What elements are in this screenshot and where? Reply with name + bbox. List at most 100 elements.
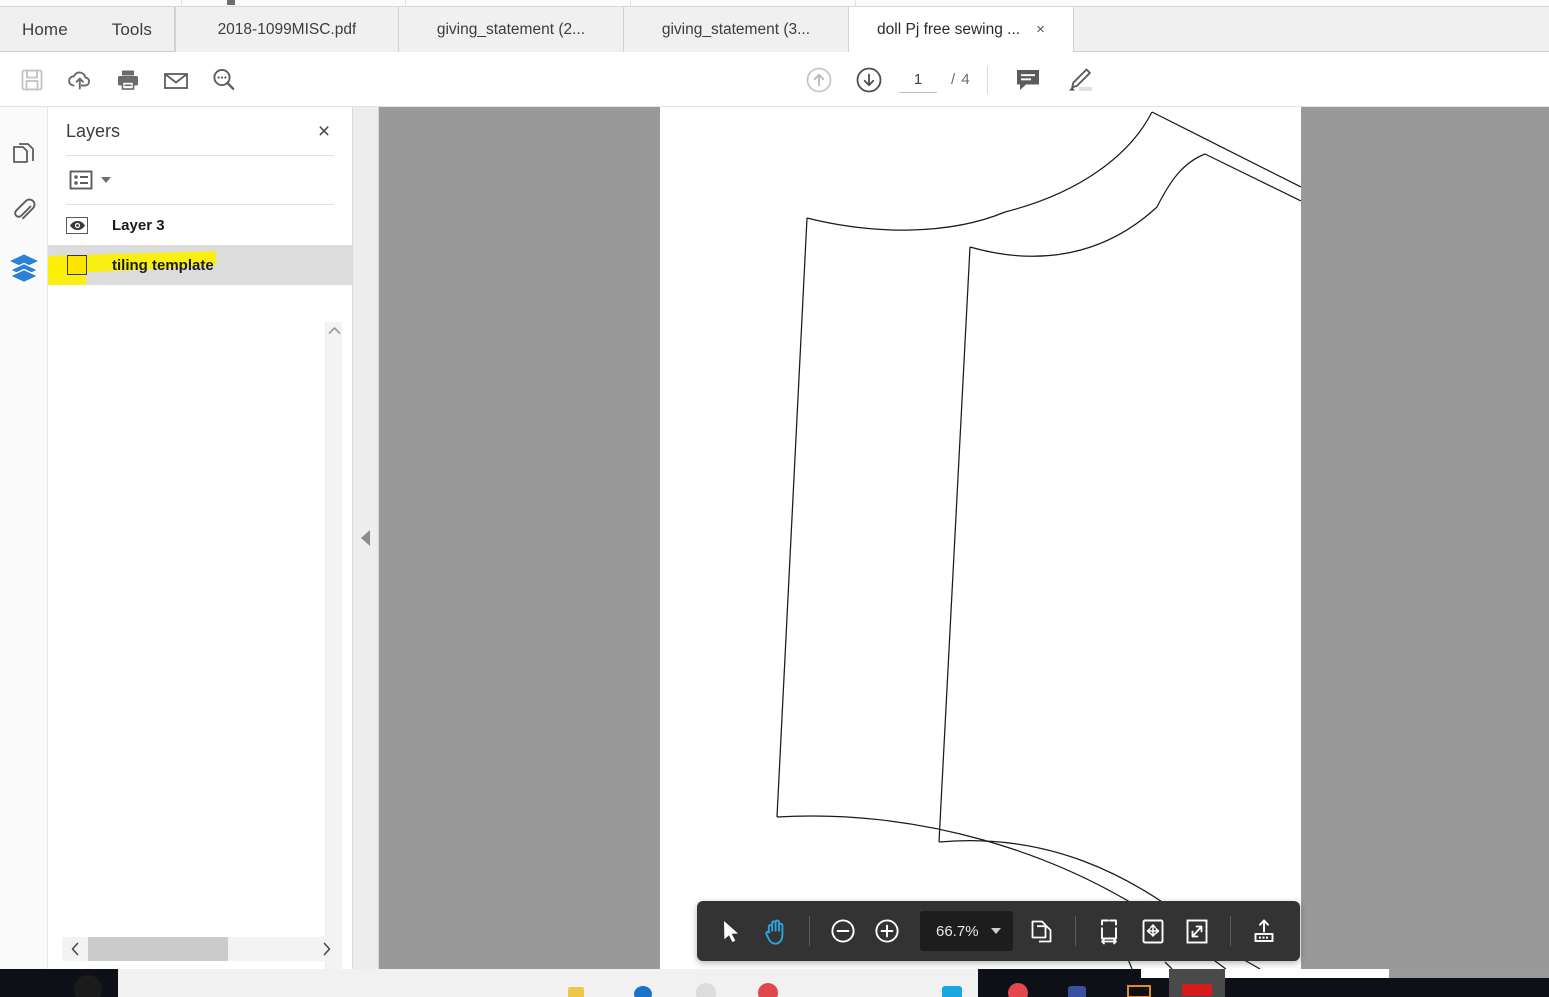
- layers-options-row: [48, 156, 352, 204]
- panel-title: Layers: [66, 120, 121, 141]
- chevron-down-icon[interactable]: [101, 177, 111, 183]
- comment-button[interactable]: [1004, 56, 1052, 104]
- scroll-up-icon[interactable]: [326, 322, 343, 339]
- print-button[interactable]: [104, 56, 152, 104]
- taskbar-doc-strip-gray: [1389, 969, 1549, 978]
- zoom-in-button[interactable]: [866, 910, 908, 952]
- save-button[interactable]: [8, 56, 56, 104]
- layer-visibility-checkbox[interactable]: [64, 255, 90, 275]
- arrow-up-circle-icon: [806, 67, 832, 92]
- chrome-divider: [855, 0, 856, 7]
- tab-strip: Home Tools 2018-1099MISC.pdf giving_stat…: [0, 7, 1549, 52]
- checkbox-icon: [67, 255, 87, 275]
- close-icon[interactable]: ×: [1036, 22, 1045, 37]
- taskbar-icon-blue-app[interactable]: [634, 986, 652, 997]
- layer-label: Layer 3: [112, 216, 165, 234]
- layers-panel: Layers × Layer 3 tiling template: [48, 107, 353, 997]
- previous-page-button[interactable]: [795, 56, 843, 104]
- pdf-page: [660, 107, 1301, 969]
- highlight-button[interactable]: [1054, 56, 1102, 104]
- layers-vertical-scrollbar[interactable]: [325, 322, 342, 997]
- taskbar-window-strip: [118, 969, 978, 997]
- scroll-right-icon[interactable]: [314, 937, 340, 961]
- list-item[interactable]: tiling template: [48, 245, 352, 285]
- taskbar-icon-white-app[interactable]: [884, 985, 902, 997]
- application-window: Home Tools 2018-1099MISC.pdf giving_stat…: [0, 0, 1549, 997]
- tab-label: giving_statement (3...: [661, 20, 811, 38]
- menu-home[interactable]: Home: [0, 7, 90, 52]
- fit-page-icon: [1186, 919, 1207, 943]
- sidebar-item-layers[interactable]: [0, 239, 48, 295]
- scrollbar-track[interactable]: [88, 937, 314, 961]
- list-item[interactable]: Layer 3: [48, 205, 352, 245]
- layer-visibility-toggle[interactable]: [64, 216, 90, 234]
- hand-icon: [765, 919, 784, 945]
- taskbar-icon-cyan-app[interactable]: [942, 986, 962, 997]
- taskbar-icon-red-app[interactable]: [758, 983, 778, 997]
- page-view-button[interactable]: [1021, 910, 1063, 952]
- os-taskbar: [0, 969, 1549, 997]
- chrome-divider: [630, 0, 631, 7]
- layer-options-button[interactable]: [68, 169, 94, 191]
- fit-width-icon: [1100, 919, 1117, 945]
- close-icon[interactable]: ×: [310, 117, 338, 145]
- arrow-down-circle-icon: [856, 67, 882, 92]
- menu-tools[interactable]: Tools: [90, 7, 174, 52]
- scrollbar-thumb[interactable]: [88, 937, 229, 961]
- layers-panel-header: Layers ×: [48, 107, 352, 155]
- highlighter-pen-icon: [1068, 68, 1092, 91]
- zoom-out-button[interactable]: [822, 910, 864, 952]
- layers-horizontal-scrollbar[interactable]: [62, 937, 340, 961]
- page-view-icon: [1031, 920, 1051, 942]
- chevron-down-icon: [990, 928, 1001, 934]
- sewing-pattern-drawing: [776, 111, 1301, 969]
- pan-page-button[interactable]: [1132, 910, 1174, 952]
- fit-width-button[interactable]: [1088, 910, 1130, 952]
- save-to-cloud-button[interactable]: [56, 56, 104, 104]
- navigation-rail: [0, 107, 48, 969]
- next-page-button[interactable]: [845, 56, 893, 104]
- taskbar-icon-indigo-app[interactable]: [1068, 986, 1086, 997]
- save-icon: [21, 69, 43, 90]
- panel-collapse-button[interactable]: [353, 107, 379, 969]
- taskbar-icon-red-circle[interactable]: [1008, 983, 1028, 997]
- tab-label: giving_statement (2...: [436, 20, 586, 38]
- email-icon: [164, 72, 188, 89]
- search-icon: [213, 68, 235, 90]
- layer-label: tiling template: [112, 256, 214, 274]
- taskbar-icon-browser[interactable]: [696, 983, 716, 997]
- email-button[interactable]: [152, 56, 200, 104]
- tab-doll-pj-free-sewing[interactable]: doll Pj free sewing ... ×: [848, 7, 1074, 52]
- select-tool-button[interactable]: [711, 910, 753, 952]
- zoom-level-select[interactable]: 66.7%: [920, 911, 1013, 951]
- tab-giving-statement-3[interactable]: giving_statement (3...: [623, 7, 849, 52]
- page-number-input[interactable]: [899, 66, 937, 93]
- pan-tool-button[interactable]: [755, 910, 797, 952]
- list-options-icon: [69, 170, 93, 190]
- tab-giving-statement-2[interactable]: giving_statement (2...: [398, 7, 624, 52]
- layers-icon: [8, 254, 40, 284]
- find-button[interactable]: [200, 56, 248, 104]
- eye-icon-box: [66, 216, 88, 234]
- tab-2018-1099misc[interactable]: 2018-1099MISC.pdf: [174, 7, 399, 52]
- taskbar-icon-pdf-reader[interactable]: [1182, 984, 1212, 996]
- minus-circle-icon: [831, 919, 855, 943]
- zoom-level-value: 66.7%: [936, 922, 979, 940]
- main-toolbar: / 4: [0, 52, 1549, 107]
- taskbar-icon-start[interactable]: [74, 975, 102, 997]
- window-chrome-sliver: [0, 0, 1549, 7]
- share-button[interactable]: [1243, 910, 1285, 952]
- document-viewport[interactable]: [379, 107, 1549, 969]
- taskbar-icon-folder[interactable]: [568, 987, 584, 997]
- toolbar-divider: [1074, 916, 1076, 946]
- scroll-left-icon[interactable]: [62, 937, 88, 961]
- tab-strip-filler: [1073, 7, 1549, 51]
- sidebar-item-attachments[interactable]: [0, 183, 48, 239]
- eye-icon: [69, 220, 85, 230]
- page-thumbnails-icon: [13, 143, 34, 163]
- taskbar-icon-orange-frame[interactable]: [1127, 985, 1151, 997]
- fit-page-button[interactable]: [1176, 910, 1218, 952]
- sidebar-item-page-thumbnails[interactable]: [0, 127, 48, 183]
- comment-icon: [1016, 69, 1039, 90]
- page-count-label: / 4: [951, 71, 971, 88]
